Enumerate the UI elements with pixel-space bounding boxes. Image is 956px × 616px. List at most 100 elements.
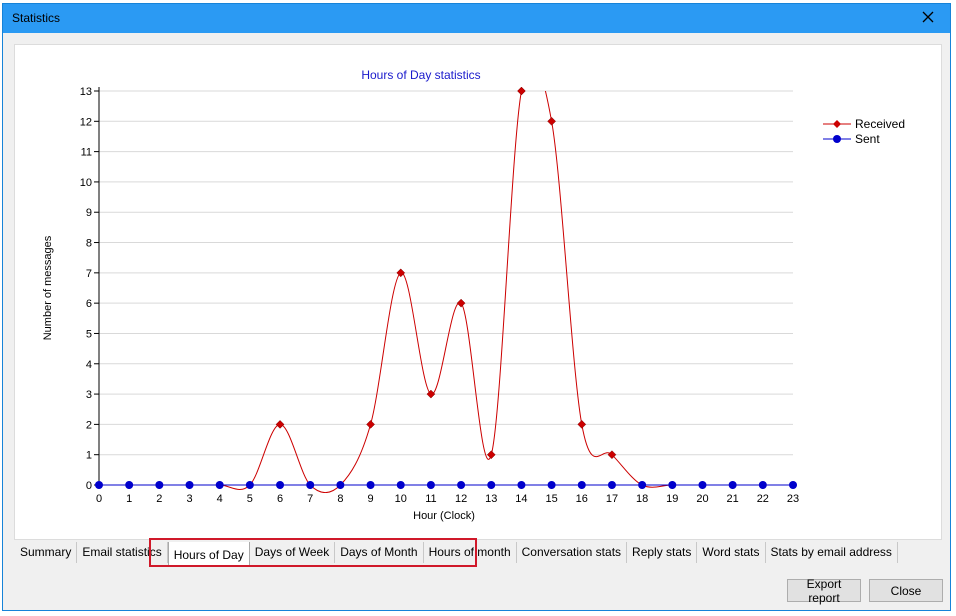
chart-axes xyxy=(94,87,794,489)
sent-point xyxy=(306,481,315,489)
sent-point xyxy=(95,481,103,489)
legend-received-marker xyxy=(833,120,841,128)
x-tick-label: 3 xyxy=(186,493,192,505)
x-tick-label: 7 xyxy=(307,493,313,505)
x-tick-label: 9 xyxy=(368,493,374,505)
tab-bar: Summary Email statistics Hours of Day Da… xyxy=(15,542,898,566)
y-tick-label: 13 xyxy=(80,86,92,98)
chart-grid xyxy=(99,90,793,486)
title-bar[interactable]: Statistics xyxy=(3,4,950,33)
y-tick-label: 0 xyxy=(86,480,92,492)
y-tick-label: 10 xyxy=(80,177,92,189)
x-tick-labels: 0 1 2 3 4 5 6 7 8 9 10 11 12 13 14 15 16 17 18 19 20 21 22 23 xyxy=(96,493,799,505)
window-title: Statistics xyxy=(12,11,61,25)
close-icon xyxy=(922,10,934,28)
y-tick-label: 6 xyxy=(86,298,92,310)
x-tick-label: 17 xyxy=(606,493,618,505)
y-tick-label: 7 xyxy=(86,268,92,280)
sent-point xyxy=(789,481,797,489)
tab-email-statistics[interactable]: Email statistics xyxy=(77,542,168,563)
x-tick-label: 15 xyxy=(545,493,557,505)
y-tick-label: 5 xyxy=(86,328,92,340)
x-tick-label: 23 xyxy=(787,493,799,505)
legend-sent-label: Sent xyxy=(855,132,880,146)
x-tick-label: 10 xyxy=(395,493,407,505)
sent-point xyxy=(276,481,285,489)
sent-point xyxy=(517,481,526,489)
sent-point xyxy=(245,481,254,489)
tab-summary[interactable]: Summary xyxy=(15,542,78,563)
sent-point xyxy=(155,481,164,489)
tab-hours-of-day[interactable]: Hours of Day xyxy=(167,542,250,566)
x-tick-label: 14 xyxy=(515,493,527,505)
x-tick-label: 22 xyxy=(757,493,769,505)
series-layer xyxy=(94,86,798,493)
y-tick-label: 1 xyxy=(86,450,92,462)
sent-point xyxy=(668,481,677,489)
sent-point xyxy=(487,481,496,489)
tab-stats-by-email-address[interactable]: Stats by email address xyxy=(765,542,898,563)
y-tick-label: 11 xyxy=(81,147,92,159)
x-tick-label: 6 xyxy=(277,493,283,505)
sent-point xyxy=(396,481,405,489)
sent-point xyxy=(125,481,134,489)
sent-point xyxy=(426,481,435,489)
sent-point xyxy=(607,481,616,489)
close-window-button[interactable] xyxy=(906,4,950,33)
close-button[interactable]: Close xyxy=(869,579,943,602)
sent-point xyxy=(457,481,466,489)
received-point xyxy=(486,450,496,460)
x-tick-label: 2 xyxy=(156,493,162,505)
x-tick-label: 16 xyxy=(576,493,588,505)
received-point xyxy=(577,420,587,429)
y-tick-label: 4 xyxy=(86,359,92,371)
y-tick-label: 12 xyxy=(80,116,92,128)
chart-panel: Hours of Day statistics 0 1 2 3 4 5 6 7 8 9 10 11 12… xyxy=(14,44,942,540)
received-point xyxy=(547,116,556,126)
sent-point xyxy=(547,481,556,489)
received-point xyxy=(275,420,285,429)
received-point xyxy=(517,86,526,96)
x-tick-label: 4 xyxy=(217,493,223,505)
y-axis-label: Number of messages xyxy=(42,235,54,340)
legend-sent-marker xyxy=(833,135,841,143)
legend-received-label: Received xyxy=(855,117,905,131)
x-tick-label: 0 xyxy=(96,493,102,505)
y-tick-labels: 012345678910111213 xyxy=(80,86,92,492)
x-axis-label: Hour (Clock) xyxy=(413,510,475,522)
y-tick-label: 3 xyxy=(86,389,92,401)
export-report-button[interactable]: Export report xyxy=(787,577,861,605)
tab-conversation-stats[interactable]: Conversation stats xyxy=(516,542,628,563)
received-point xyxy=(426,389,436,399)
x-tick-label: 11 xyxy=(425,493,436,505)
sent-point xyxy=(185,481,194,489)
chart-legend: ReceivedSent xyxy=(823,117,905,146)
x-tick-label: 18 xyxy=(636,493,648,505)
statistics-window: Statistics Hours of Day statistics 01234… xyxy=(2,3,951,611)
hours-of-day-chart: Hours of Day statistics 0123456789101112… xyxy=(42,68,905,522)
chart-title: Hours of Day statistics xyxy=(361,68,480,82)
y-tick-label: 9 xyxy=(86,207,92,219)
x-tick-label: 12 xyxy=(455,493,467,505)
received-point xyxy=(366,420,375,429)
tab-reply-stats[interactable]: Reply stats xyxy=(627,542,698,563)
tab-hours-of-month[interactable]: Hours of month xyxy=(423,542,517,563)
x-tick-label: 20 xyxy=(696,493,708,505)
tab-days-of-week[interactable]: Days of Week xyxy=(249,542,336,563)
received-point xyxy=(456,298,466,308)
sent-point xyxy=(758,481,767,489)
y-tick-label: 2 xyxy=(86,419,92,431)
sent-point xyxy=(728,481,737,489)
x-tick-label: 13 xyxy=(485,493,497,505)
x-tick-label: 21 xyxy=(727,493,739,505)
tab-days-of-month[interactable]: Days of Month xyxy=(335,542,424,563)
tab-word-stats[interactable]: Word stats xyxy=(697,542,766,563)
received-series-line xyxy=(99,91,793,493)
sent-point xyxy=(366,481,375,489)
x-tick-label: 8 xyxy=(337,493,343,505)
sent-point xyxy=(698,481,707,489)
received-point xyxy=(396,268,406,278)
sent-point xyxy=(638,481,647,489)
sent-point xyxy=(336,481,345,489)
x-tick-label: 5 xyxy=(247,493,253,505)
